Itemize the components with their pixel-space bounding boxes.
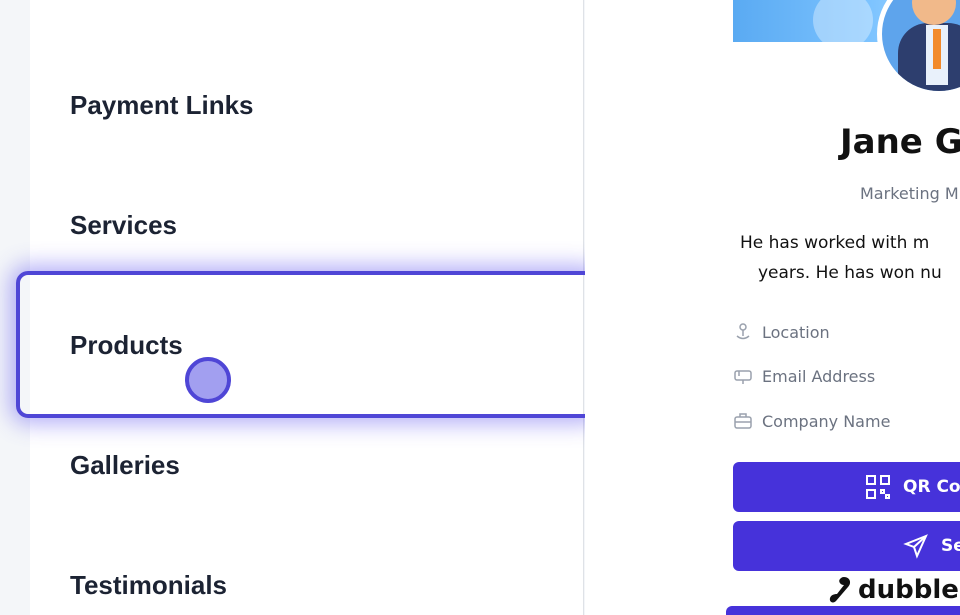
menu-item-testimonials[interactable]: Testimonials [70,570,227,601]
menu-item-services[interactable]: Services [70,210,177,241]
avatar-tie [933,29,941,69]
email-row: Email Address [733,363,875,389]
mailbox-icon [734,370,752,384]
section-menu-panel: Payment Links Services Products Gallerie… [30,0,584,615]
company-label: Company Name [762,411,891,431]
banner-decoration [813,0,873,50]
location-label: Location [762,322,830,342]
qr-code-button[interactable]: QR Coc [733,462,960,512]
qr-code-button-label: QR Coc [903,477,960,497]
dubble-logo-icon [829,577,851,603]
profile-bio: He has worked with m years. He has won n… [740,228,942,288]
paper-plane-icon [903,534,928,559]
brand-logo: dubble [828,575,959,605]
profile-name: Jane G [840,122,960,162]
location-pin-icon [736,323,750,340]
bio-line-2: years. He has won nu [758,263,942,283]
app-root: Payment Links Services Products Gallerie… [0,0,960,615]
briefcase-icon [734,413,752,429]
email-label: Email Address [762,366,876,386]
menu-item-products[interactable]: Products [70,330,183,361]
location-row: Location [733,319,830,345]
brand-name: dubble [858,575,959,605]
bottom-button-edge [726,606,960,615]
profile-job-title: Marketing M [860,184,959,203]
qr-code-icon [866,475,890,499]
menu-item-payment-links[interactable]: Payment Links [70,90,254,121]
menu-item-galleries[interactable]: Galleries [70,450,180,481]
avatar-head [912,0,956,25]
bio-line-1: He has worked with m [740,233,930,253]
send-button[interactable]: Se [733,521,960,571]
company-row: Company Name [733,408,890,434]
click-indicator [185,357,231,403]
send-button-label: Se [941,536,960,556]
avatar [877,0,960,96]
profile-preview: Jane G Marketing M He has worked with m … [585,0,960,615]
